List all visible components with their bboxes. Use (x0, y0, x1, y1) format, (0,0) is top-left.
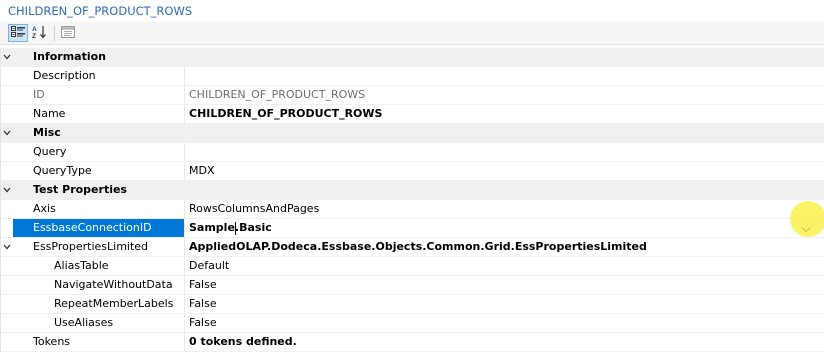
property-name: Query (33, 145, 67, 158)
collapse-icon[interactable] (1, 48, 13, 66)
collapse-icon[interactable] (1, 238, 13, 256)
collapse-icon[interactable] (1, 181, 13, 199)
property-name: Tokens (33, 335, 71, 348)
property-value-input[interactable]: Sample.Basic (184, 219, 824, 237)
property-row-querytype[interactable]: QueryType MDX (1, 162, 824, 181)
category-test-properties[interactable]: Test Properties (1, 181, 824, 200)
alphabetical-button[interactable]: A Z (30, 24, 50, 42)
category-label: Misc (33, 126, 61, 139)
property-row-description[interactable]: Description (1, 67, 824, 86)
property-value: CHILDREN_OF_PRODUCT_ROWS (184, 86, 824, 104)
toolbar-separator (54, 25, 55, 41)
property-row-navigate-without-data[interactable]: NavigateWithoutData False (1, 276, 824, 295)
property-row-alias-table[interactable]: AliasTable Default (1, 257, 824, 276)
property-row-name[interactable]: Name CHILDREN_OF_PRODUCT_ROWS (1, 105, 824, 124)
categorized-button[interactable] (8, 24, 28, 42)
property-value[interactable]: RowsColumnsAndPages (184, 200, 824, 218)
property-name: EssPropertiesLimited (33, 240, 149, 253)
property-value[interactable]: False (184, 276, 824, 294)
cursor-highlight (790, 201, 824, 237)
alphabetical-sort-icon: A Z (32, 25, 48, 42)
property-name: EssbaseConnectionID (13, 219, 184, 237)
property-row-id[interactable]: ID CHILDREN_OF_PRODUCT_ROWS (1, 86, 824, 105)
property-value[interactable]: CHILDREN_OF_PRODUCT_ROWS (184, 105, 824, 123)
svg-text:A: A (32, 26, 37, 33)
property-name: UseAliases (54, 316, 114, 329)
property-row-use-aliases[interactable]: UseAliases False (1, 314, 824, 333)
property-row-query[interactable]: Query (1, 143, 824, 162)
property-value[interactable]: MDX (184, 162, 824, 180)
property-toolbar: A Z (0, 22, 824, 45)
property-name: AliasTable (54, 259, 109, 272)
property-name: NavigateWithoutData (54, 278, 173, 291)
property-pages-button[interactable] (58, 24, 78, 42)
property-value[interactable] (184, 143, 824, 161)
property-row-tokens[interactable]: Tokens 0 tokens defined. (1, 333, 824, 352)
text-caret (235, 222, 236, 235)
property-row-axis[interactable]: Axis RowsColumnsAndPages (1, 200, 824, 219)
property-name: Description (33, 69, 96, 82)
svg-text:Z: Z (32, 33, 36, 39)
category-label: Test Properties (33, 183, 127, 196)
property-name: QueryType (33, 164, 92, 177)
category-information[interactable]: Information (1, 48, 824, 67)
property-grid: Information Description ID CHILDREN_OF_P… (0, 48, 824, 352)
collapse-icon[interactable] (1, 124, 13, 142)
property-value[interactable]: False (184, 295, 824, 313)
category-misc[interactable]: Misc (1, 124, 824, 143)
property-pages-icon (61, 25, 75, 41)
property-name: Name (33, 107, 66, 120)
property-value[interactable]: AppliedOLAP.Dodeca.Essbase.Objects.Commo… (184, 238, 824, 256)
property-value[interactable] (184, 67, 824, 85)
category-label: Information (33, 50, 106, 63)
property-row-repeat-member-labels[interactable]: RepeatMemberLabels False (1, 295, 824, 314)
property-row-ess-properties[interactable]: EssPropertiesLimited AppliedOLAP.Dodeca.… (1, 238, 824, 257)
property-value[interactable]: False (184, 314, 824, 332)
property-value[interactable]: Default (184, 257, 824, 275)
categorized-icon (11, 25, 25, 41)
property-row-essbase-connection[interactable]: EssbaseConnectionID Sample.Basic (1, 219, 824, 238)
property-name: RepeatMemberLabels (54, 297, 174, 310)
property-value[interactable]: 0 tokens defined. (184, 333, 824, 351)
property-name: ID (33, 88, 45, 101)
window-title: CHILDREN_OF_PRODUCT_ROWS (8, 4, 193, 18)
property-name: Axis (33, 202, 56, 215)
